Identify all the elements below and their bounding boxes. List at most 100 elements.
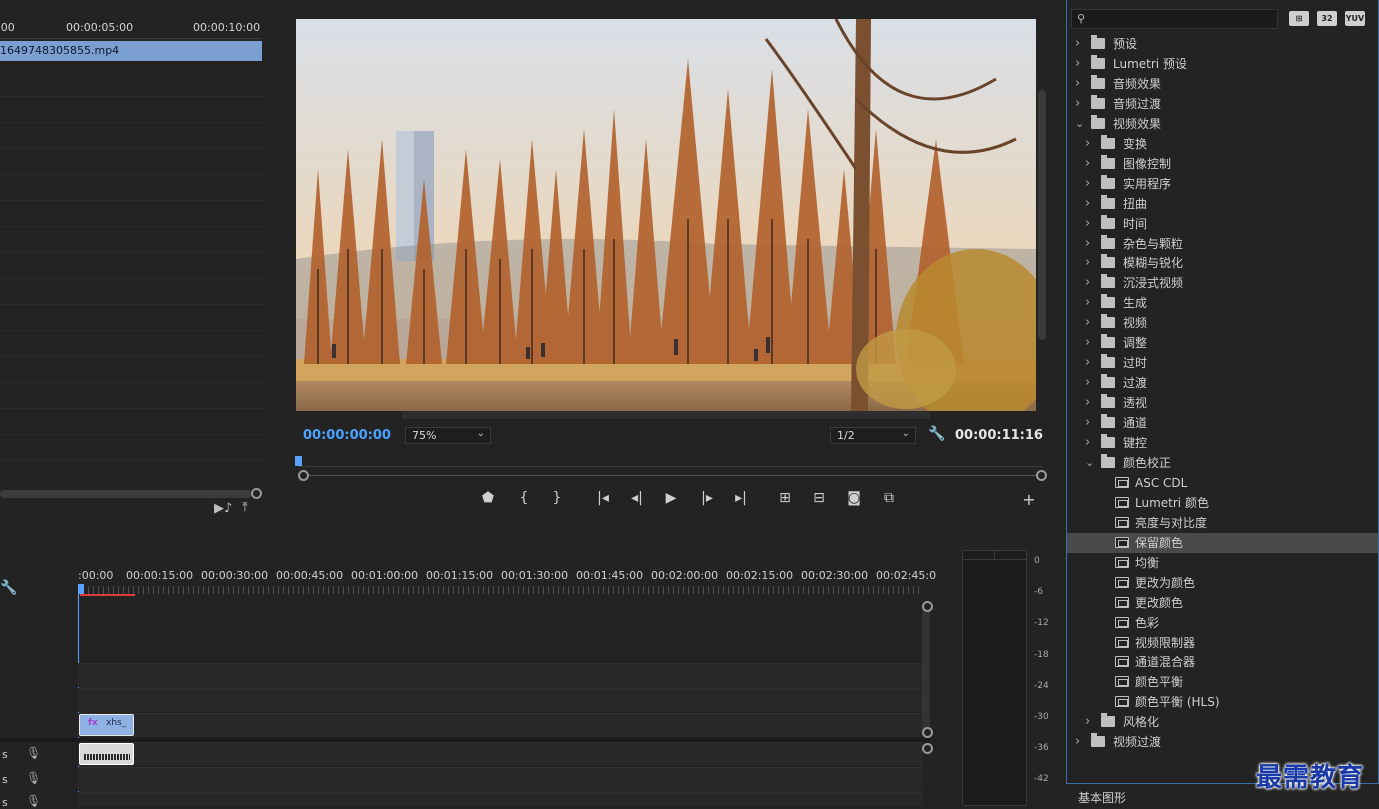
effects-folder[interactable]: › 透视	[1067, 393, 1378, 413]
chevron-right-icon[interactable]: ›	[1085, 273, 1090, 293]
current-timecode[interactable]: 00:00:00:00	[303, 428, 391, 443]
chevron-right-icon[interactable]: ›	[1085, 313, 1090, 333]
effects-folder[interactable]: › Lumetri 预设	[1067, 54, 1378, 74]
chevron-right-icon[interactable]: ›	[1075, 54, 1080, 74]
microphone-icon[interactable]: 🎙	[26, 746, 41, 760]
chevron-right-icon[interactable]: ›	[1075, 94, 1080, 114]
accelerated-effects-icon[interactable]: ⊞	[1289, 11, 1309, 26]
effect-item[interactable]: 亮度与对比度	[1067, 513, 1378, 533]
chevron-right-icon[interactable]: ›	[1085, 413, 1090, 433]
audio-track-2[interactable]	[78, 767, 923, 791]
chevron-right-icon[interactable]: ›	[1085, 154, 1090, 174]
wrench-icon[interactable]: 🔧	[928, 426, 945, 442]
chevron-right-icon[interactable]: ›	[1085, 174, 1090, 194]
chevron-right-icon[interactable]: ›	[1085, 353, 1090, 373]
effects-folder[interactable]: › 沉浸式视频	[1067, 273, 1378, 293]
effects-folder[interactable]: › 时间	[1067, 214, 1378, 234]
program-h-scrollbar[interactable]	[402, 411, 930, 419]
video-track-1[interactable]	[78, 713, 923, 737]
chevron-right-icon[interactable]: ›	[1075, 34, 1080, 54]
chevron-right-icon[interactable]: ›	[1085, 393, 1090, 413]
effects-folder[interactable]: › 实用程序	[1067, 174, 1378, 194]
effects-folder[interactable]: › 键控	[1067, 433, 1378, 453]
chevron-right-icon[interactable]: ›	[1085, 333, 1090, 353]
chevron-right-icon[interactable]: ›	[1075, 732, 1080, 752]
effect-item[interactable]: 均衡	[1067, 553, 1378, 573]
effects-folder[interactable]: › 风格化	[1067, 712, 1378, 732]
effect-item[interactable]: 通道混合器	[1067, 652, 1378, 672]
effects-folder[interactable]: ⌄ 颜色校正	[1067, 453, 1378, 473]
timeline-playhead-head[interactable]	[78, 584, 84, 594]
microphone-icon[interactable]: 🎙	[26, 771, 41, 785]
step-back-icon[interactable]: ◂|	[627, 490, 647, 506]
effect-item[interactable]: Lumetri 颜色	[1067, 493, 1378, 513]
scroll-handle-icon[interactable]	[922, 601, 933, 612]
mark-out-icon[interactable]: }	[547, 490, 567, 506]
effect-item[interactable]: 更改为颜色	[1067, 573, 1378, 593]
chevron-right-icon[interactable]: ›	[1085, 712, 1090, 732]
chevron-right-icon[interactable]: ›	[1085, 253, 1090, 273]
chevron-right-icon[interactable]: ›	[1085, 433, 1090, 453]
audio-clip[interactable]	[79, 743, 134, 765]
effect-item[interactable]: 色彩	[1067, 613, 1378, 633]
chevron-down-icon[interactable]: ⌄	[1085, 453, 1094, 473]
video-clip[interactable]: fx xhs_	[79, 714, 134, 736]
effects-folder[interactable]: › 过渡	[1067, 373, 1378, 393]
go-to-in-icon[interactable]: |◂	[593, 490, 613, 506]
compare-view-icon[interactable]: ⧉	[879, 490, 899, 506]
effect-item[interactable]: 颜色平衡	[1067, 672, 1378, 692]
chevron-right-icon[interactable]: ›	[1085, 234, 1090, 254]
chevron-right-icon[interactable]: ›	[1085, 214, 1090, 234]
add-marker-icon[interactable]: ⬟	[478, 490, 498, 506]
insert-icon[interactable]: ▶♪	[214, 501, 232, 516]
audio-track-1[interactable]	[78, 742, 923, 766]
work-area-bar[interactable]	[80, 594, 135, 596]
video-track-2[interactable]	[78, 688, 923, 712]
effect-item[interactable]: 保留颜色	[1067, 532, 1378, 553]
effects-folder[interactable]: › 预设	[1067, 34, 1378, 54]
lift-icon[interactable]: ⊞	[775, 490, 795, 506]
chevron-right-icon[interactable]: ›	[1085, 194, 1090, 214]
effects-folder[interactable]: › 扭曲	[1067, 194, 1378, 214]
scroll-handle-icon[interactable]	[251, 488, 262, 499]
chevron-right-icon[interactable]: ›	[1085, 134, 1090, 154]
effects-folder[interactable]: › 图像控制	[1067, 154, 1378, 174]
extract-icon[interactable]: ⊟	[809, 490, 829, 506]
effects-folder[interactable]: › 通道	[1067, 413, 1378, 433]
yuv-effects-icon[interactable]: YUV	[1345, 11, 1365, 26]
program-mini-ruler[interactable]	[299, 459, 1043, 467]
effects-folder[interactable]: › 变换	[1067, 134, 1378, 154]
effect-item[interactable]: 颜色平衡 (HLS)	[1067, 692, 1378, 712]
source-zoom-scrollbar[interactable]	[0, 490, 252, 498]
effects-folder[interactable]: › 视频	[1067, 313, 1378, 333]
add-button-icon[interactable]: +	[1019, 490, 1039, 509]
chevron-right-icon[interactable]: ›	[1075, 74, 1080, 94]
audio-track-3[interactable]	[78, 792, 923, 806]
effect-item[interactable]: 更改颜色	[1067, 593, 1378, 613]
mark-in-icon[interactable]: {	[514, 490, 534, 506]
scroll-handle-icon[interactable]	[922, 727, 933, 738]
32bit-effects-icon[interactable]: 32	[1317, 11, 1337, 26]
effects-folder[interactable]: › 音频效果	[1067, 74, 1378, 94]
program-zoom-bar[interactable]	[299, 475, 1043, 476]
effect-item[interactable]: 视频限制器	[1067, 633, 1378, 653]
effects-folder[interactable]: › 视频过渡	[1067, 732, 1378, 752]
play-icon[interactable]: ▶	[661, 490, 681, 506]
zoom-handle-left-icon[interactable]	[298, 470, 309, 481]
chevron-down-icon[interactable]: ⌄	[1075, 114, 1084, 134]
go-to-out-icon[interactable]: ▸|	[731, 490, 751, 506]
effects-folder[interactable]: › 过时	[1067, 353, 1378, 373]
effects-search-input[interactable]: ⚲	[1071, 9, 1278, 29]
scroll-handle-icon[interactable]	[922, 743, 933, 754]
resolution-dropdown[interactable]: 1/2 ⌄	[830, 427, 916, 444]
effects-folder[interactable]: › 生成	[1067, 293, 1378, 313]
camera-icon[interactable]: ◙	[844, 490, 864, 506]
video-track-3[interactable]	[78, 663, 923, 687]
zoom-handle-right-icon[interactable]	[1036, 470, 1047, 481]
effects-folder[interactable]: › 杂色与颗粒	[1067, 234, 1378, 254]
effects-folder[interactable]: › 音频过渡	[1067, 94, 1378, 114]
effect-item[interactable]: ASC CDL	[1067, 473, 1378, 493]
video-tracks-scrollbar[interactable]	[922, 606, 930, 736]
program-playhead[interactable]	[295, 456, 302, 466]
timeline-ruler-ticks[interactable]	[78, 586, 923, 594]
